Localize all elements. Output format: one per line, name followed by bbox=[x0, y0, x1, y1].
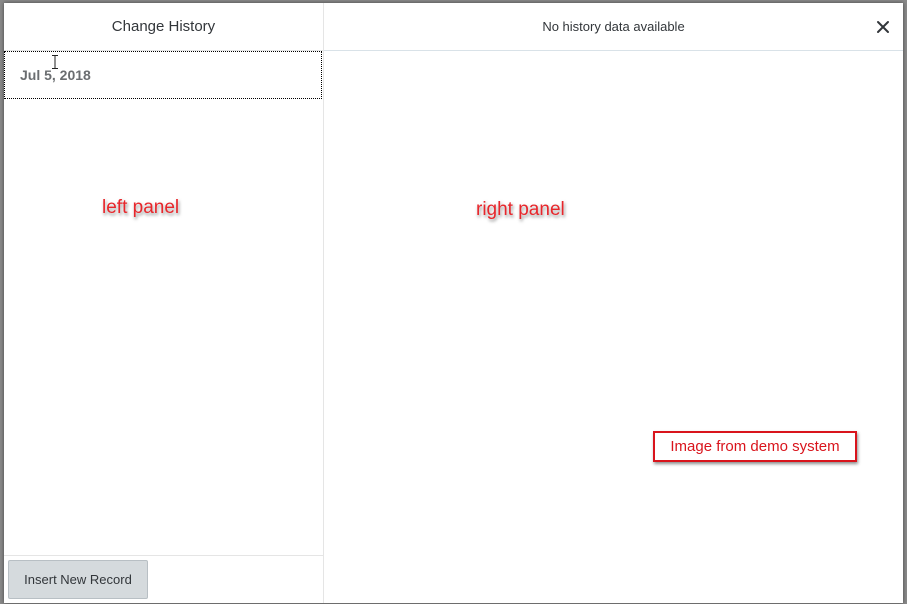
left-panel-footer: Insert New Record bbox=[4, 555, 323, 603]
demo-system-note: Image from demo system bbox=[653, 431, 857, 462]
right-panel: No history data available bbox=[324, 3, 903, 603]
left-panel-header: Change History bbox=[4, 3, 323, 51]
demo-system-note-text: Image from demo system bbox=[670, 438, 840, 455]
left-panel-annotation: left panel bbox=[102, 197, 180, 218]
right-panel-title: No history data available bbox=[542, 19, 685, 34]
right-panel-annotation: right panel bbox=[476, 199, 565, 220]
history-item-date: Jul 5, 2018 bbox=[20, 67, 91, 83]
right-panel-header: No history data available bbox=[324, 3, 903, 51]
left-panel: Change History Jul 5, 2018 Insert New Re… bbox=[4, 3, 324, 603]
change-history-dialog: Change History Jul 5, 2018 Insert New Re… bbox=[4, 3, 903, 603]
left-panel-title: Change History bbox=[111, 18, 216, 35]
text-cursor-icon bbox=[52, 55, 58, 69]
close-icon[interactable] bbox=[873, 17, 893, 37]
insert-new-record-button[interactable]: Insert New Record bbox=[8, 560, 148, 599]
